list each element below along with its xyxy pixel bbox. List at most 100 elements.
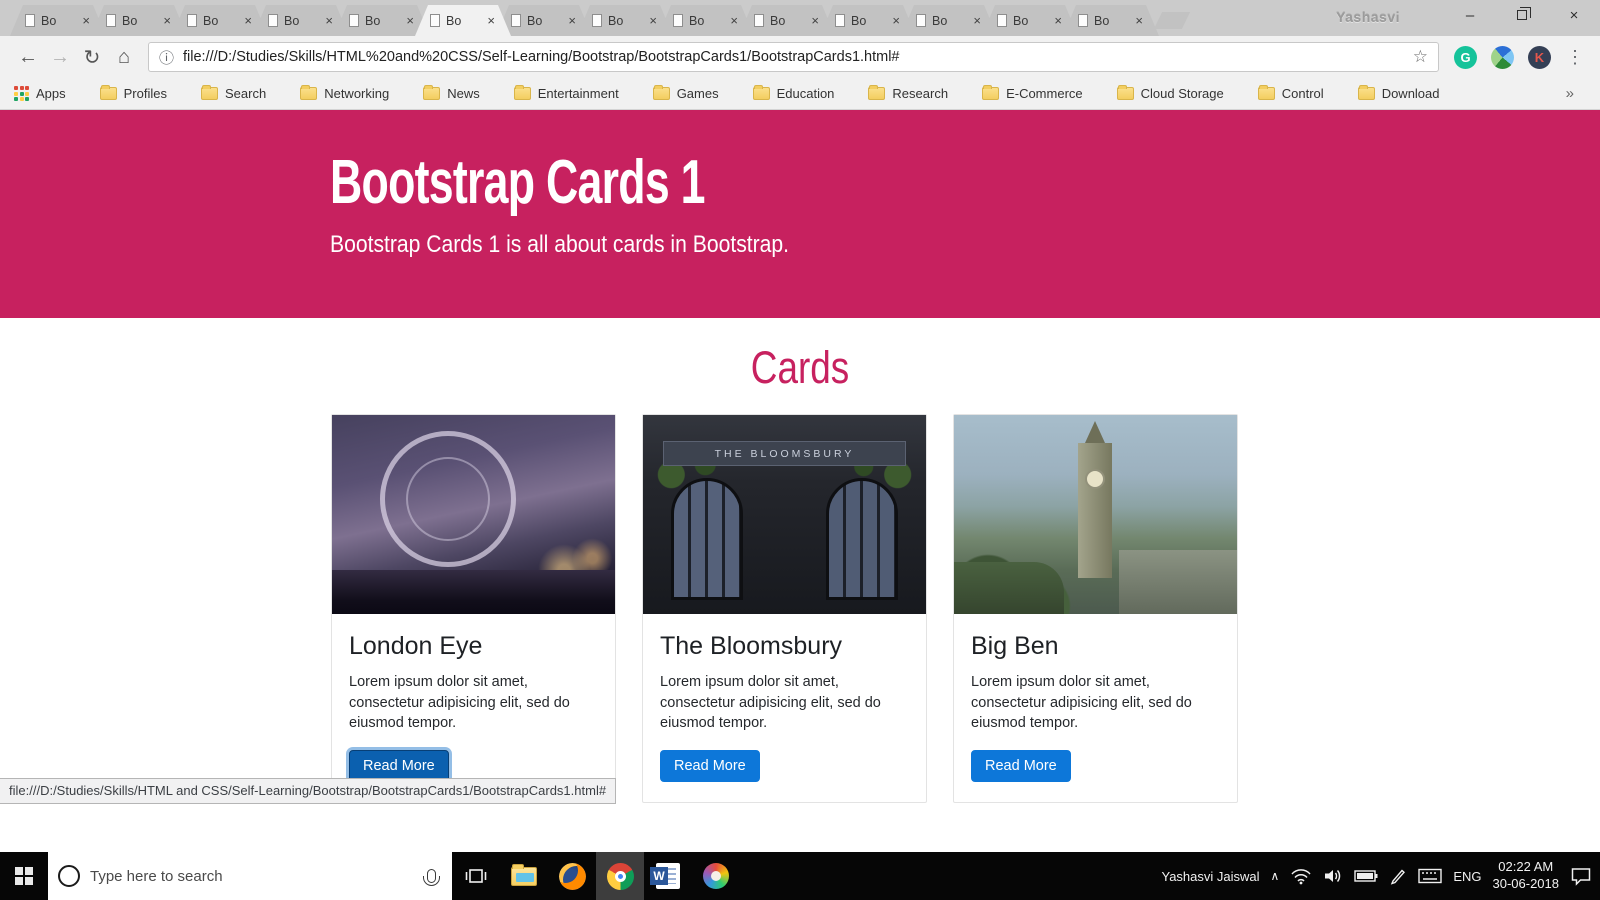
bookmark-label: Download bbox=[1381, 86, 1440, 101]
taskbar-clock[interactable]: 02:22 AM 30-06-2018 bbox=[1493, 859, 1560, 893]
cortana-icon[interactable] bbox=[58, 865, 80, 887]
url-text[interactable]: file:///D:/Studies/Skills/HTML%20and%20C… bbox=[183, 49, 1405, 65]
file-explorer-button[interactable] bbox=[500, 852, 548, 900]
tab-close-icon[interactable]: × bbox=[973, 14, 981, 27]
card-text: Lorem ipsum dolor sit amet, consectetur … bbox=[971, 674, 1192, 732]
bookmark-folder[interactable]: Education bbox=[752, 85, 835, 101]
bookmark-folder[interactable]: Games bbox=[652, 85, 719, 101]
page-favicon-icon bbox=[430, 14, 440, 27]
card-image: THE BLOOMSBURY bbox=[643, 415, 926, 614]
bookmark-folder[interactable]: Control bbox=[1257, 85, 1324, 101]
paint-button[interactable] bbox=[692, 852, 740, 900]
browser-tab[interactable]: Bo × bbox=[172, 5, 268, 36]
restore-button[interactable] bbox=[1496, 0, 1548, 30]
bookmark-label: Education bbox=[776, 86, 835, 101]
card-title: The Bloomsbury bbox=[660, 632, 843, 660]
start-button[interactable] bbox=[0, 852, 48, 900]
read-more-button[interactable]: Read More bbox=[971, 749, 1071, 782]
grammarly-extension-icon[interactable]: G bbox=[1454, 45, 1477, 69]
read-more-button[interactable]: Read More bbox=[660, 749, 760, 782]
chrome-button[interactable] bbox=[596, 852, 644, 900]
tab-close-icon[interactable]: × bbox=[244, 14, 252, 27]
tab-title: Bo bbox=[365, 13, 381, 28]
apps-grid-icon bbox=[14, 86, 29, 101]
bookmarks-overflow-chevron[interactable]: » bbox=[1566, 85, 1586, 102]
tab-close-icon[interactable]: × bbox=[325, 14, 333, 27]
wifi-icon[interactable] bbox=[1290, 867, 1312, 885]
restore-icon bbox=[1517, 7, 1531, 20]
browser-tab[interactable]: Bo × bbox=[739, 5, 835, 36]
bookmark-folder[interactable]: News bbox=[423, 85, 480, 101]
tab-close-icon[interactable]: × bbox=[649, 14, 657, 27]
folder-icon bbox=[982, 85, 1000, 100]
bookmark-folder[interactable]: Cloud Storage bbox=[1116, 85, 1224, 101]
taskbar-search-box[interactable]: Type here to search bbox=[48, 852, 452, 900]
browser-profile-name[interactable]: Yashasvi bbox=[1336, 9, 1400, 25]
bookmark-folder[interactable]: Search bbox=[201, 85, 266, 101]
browser-tab[interactable]: Bo × bbox=[253, 5, 349, 36]
card-image bbox=[954, 415, 1237, 614]
bookmark-folder[interactable]: Profiles bbox=[99, 85, 167, 101]
tab-close-icon[interactable]: × bbox=[82, 14, 90, 27]
task-view-icon bbox=[465, 869, 487, 883]
apps-shortcut[interactable]: Apps bbox=[14, 86, 66, 101]
bookmark-folder[interactable]: Networking bbox=[300, 85, 389, 101]
task-view-button[interactable] bbox=[452, 852, 500, 900]
browser-tab[interactable]: Bo × bbox=[334, 5, 430, 36]
pen-icon[interactable] bbox=[1389, 867, 1407, 885]
speaker-icon[interactable] bbox=[1323, 867, 1343, 885]
browser-tab[interactable]: Bo × bbox=[10, 5, 106, 36]
firefox-icon bbox=[558, 862, 586, 890]
tab-title: Bo bbox=[122, 13, 138, 28]
k-extension-icon[interactable]: K bbox=[1528, 45, 1551, 69]
bookmark-folder[interactable]: Download bbox=[1357, 85, 1440, 101]
browser-tab[interactable]: Bo × bbox=[820, 5, 916, 36]
firefox-button[interactable] bbox=[548, 852, 596, 900]
browser-tab[interactable]: Bo × bbox=[577, 5, 673, 36]
close-button[interactable]: × bbox=[1548, 0, 1600, 30]
search-placeholder: Type here to search bbox=[90, 867, 223, 885]
browser-tab[interactable]: Bo × bbox=[415, 5, 511, 36]
reload-button[interactable]: ↻ bbox=[76, 41, 108, 73]
action-center-icon[interactable] bbox=[1570, 866, 1592, 886]
tab-close-icon[interactable]: × bbox=[730, 14, 738, 27]
signed-in-user[interactable]: Yashasvi Jaiswal bbox=[1162, 869, 1260, 884]
tab-close-icon[interactable]: × bbox=[406, 14, 414, 27]
idm-extension-icon[interactable] bbox=[1491, 45, 1514, 69]
tab-close-icon[interactable]: × bbox=[811, 14, 819, 27]
tab-close-icon[interactable]: × bbox=[568, 14, 576, 27]
browser-tab[interactable]: Bo × bbox=[91, 5, 187, 36]
address-bar[interactable]: ⓘ file:///D:/Studies/Skills/HTML%20and%2… bbox=[148, 42, 1439, 72]
bookmark-folder[interactable]: Entertainment bbox=[513, 85, 619, 101]
system-tray: Yashasvi Jaiswal ∧ ENG 02:22 AM 30-06-20… bbox=[1162, 852, 1600, 900]
page-info-icon[interactable]: ⓘ bbox=[159, 47, 174, 68]
minimize-button[interactable]: – bbox=[1444, 0, 1496, 30]
browser-tab[interactable]: Bo × bbox=[982, 5, 1078, 36]
microphone-icon[interactable] bbox=[423, 869, 441, 886]
bookmark-folder[interactable]: Research bbox=[868, 85, 948, 101]
tab-close-icon[interactable]: × bbox=[1135, 14, 1143, 27]
bookmark-star-icon[interactable]: ☆ bbox=[1413, 47, 1428, 67]
bookmark-folder[interactable]: E-Commerce bbox=[982, 85, 1083, 101]
browser-menu-icon[interactable]: ⋮ bbox=[1566, 47, 1584, 68]
browser-tab[interactable]: Bo × bbox=[1063, 5, 1159, 36]
browser-tab[interactable]: Bo × bbox=[901, 5, 997, 36]
browser-tab[interactable]: Bo × bbox=[496, 5, 592, 36]
read-more-button[interactable]: Read More bbox=[349, 749, 449, 782]
tray-overflow-chevron[interactable]: ∧ bbox=[1271, 869, 1280, 883]
word-button[interactable]: W bbox=[644, 852, 692, 900]
battery-icon[interactable] bbox=[1354, 869, 1378, 883]
apps-label: Apps bbox=[36, 86, 66, 101]
new-tab-button[interactable] bbox=[1153, 12, 1191, 29]
back-button[interactable]: ← bbox=[12, 41, 44, 73]
touch-keyboard-icon[interactable] bbox=[1418, 868, 1443, 884]
home-button[interactable]: ⌂ bbox=[108, 41, 140, 73]
tab-close-icon[interactable]: × bbox=[163, 14, 171, 27]
tab-close-icon[interactable]: × bbox=[1054, 14, 1062, 27]
tab-close-icon[interactable]: × bbox=[487, 14, 495, 27]
tab-close-icon[interactable]: × bbox=[892, 14, 900, 27]
page-favicon-icon bbox=[25, 14, 35, 27]
language-indicator[interactable]: ENG bbox=[1453, 869, 1481, 884]
clock-time: 02:22 AM bbox=[1498, 859, 1554, 875]
browser-tab[interactable]: Bo × bbox=[658, 5, 754, 36]
